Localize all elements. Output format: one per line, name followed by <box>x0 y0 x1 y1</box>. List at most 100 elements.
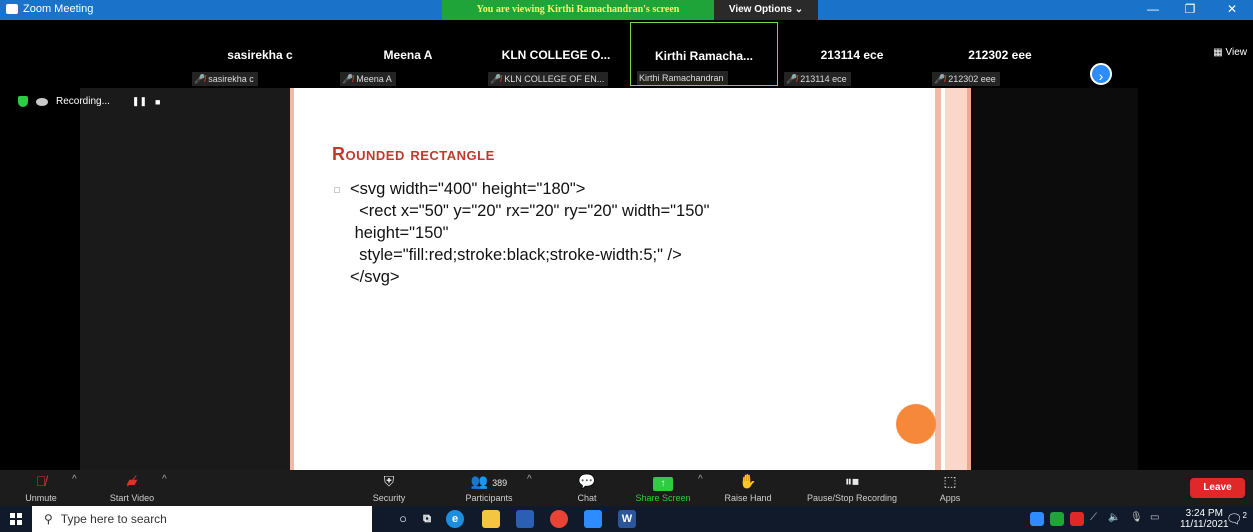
participant-name: KLN COLLEGE O... <box>501 48 611 62</box>
participant-label: 🎤̸ Meena A <box>340 72 396 86</box>
chrome-icon[interactable] <box>550 510 568 528</box>
participants-caret-icon[interactable]: ^ <box>527 474 532 485</box>
participant-label-text: 213114 ece <box>800 74 847 84</box>
video-options-caret-icon[interactable]: ^ <box>162 474 167 485</box>
word-icon[interactable]: W <box>618 510 636 528</box>
participant-name: sasirekha c <box>227 48 293 62</box>
leave-button[interactable]: Leave <box>1190 478 1245 498</box>
participants-label: Participants <box>465 493 513 503</box>
participants-button[interactable]: 👥 389 Participants <box>454 472 524 503</box>
mic-muted-icon: 🎤̸ <box>342 74 354 84</box>
view-label: View <box>1225 47 1248 58</box>
mic-muted-icon: 🎤̸ <box>490 74 502 84</box>
edge-browser-icon[interactable]: e <box>446 510 464 528</box>
apps-icon: ⬚ <box>943 473 957 489</box>
start-video-label: Start Video <box>109 493 155 503</box>
participant-label-text: Kirthi Ramachandran <box>639 73 724 83</box>
slide-border-left <box>290 88 294 470</box>
search-icon: ⚲ <box>44 512 53 526</box>
network-icon[interactable]: ⟋ <box>1090 512 1104 526</box>
participant-label: 🎤̸ KLN COLLEGE OF EN... <box>488 72 609 86</box>
pause-stop-recording-button[interactable]: ⏸⏹ Pause/Stop Recording <box>792 472 912 503</box>
recording-indicator: Recording... ❚❚ ■ <box>18 96 160 107</box>
notification-count: 2 <box>1242 511 1247 520</box>
chat-button[interactable]: 💬 Chat <box>562 472 612 503</box>
security-button[interactable]: ⛨ Security <box>364 472 414 503</box>
participant-tile[interactable]: 212302 eee 🎤̸ 212302 eee <box>926 22 1074 86</box>
tray-app-icon[interactable] <box>1050 512 1064 526</box>
task-view-icon[interactable]: ⧉ <box>418 510 436 528</box>
minimize-button[interactable]: — <box>1143 2 1163 16</box>
raise-hand-button[interactable]: ✋ Raise Hand <box>720 472 776 503</box>
zoom-window: Zoom Meeting You are viewing Kirthi Rama… <box>0 0 1253 532</box>
pause-recording-icon[interactable]: ❚❚ <box>132 96 147 107</box>
file-explorer-icon[interactable] <box>482 510 500 528</box>
apps-label: Apps <box>939 493 961 503</box>
volume-icon[interactable]: 🔈 <box>1108 512 1122 526</box>
windows-start-icon[interactable] <box>10 513 22 525</box>
mic-muted-icon: 🎤̸ <box>934 74 946 84</box>
participant-label: Kirthi Ramachandran <box>637 71 728 85</box>
slide-code-block: <svg width="400" height="180"> <rect x="… <box>350 180 710 286</box>
battery-icon[interactable]: ▭ <box>1150 512 1164 526</box>
notification-center-icon[interactable]: 🗨2 <box>1226 511 1247 527</box>
presentation-slide: Rounded rectangle <svg width="400" heigh… <box>290 88 971 470</box>
share-screen-label: Share Screen <box>635 493 691 503</box>
title-bar: Zoom Meeting You are viewing Kirthi Rama… <box>0 0 1253 20</box>
recording-label: Recording... <box>56 96 110 107</box>
view-options-button[interactable]: View Options ⌄ <box>714 0 818 20</box>
share-screen-button[interactable]: ↑ Share Screen <box>630 472 696 503</box>
unmute-button[interactable]: 🎙̸ Unmute <box>16 472 66 503</box>
slide-border-right-inner <box>935 88 941 470</box>
participant-strip: sasirekha c 🎤̸ sasirekha c Meena A 🎤̸ Meen… <box>0 20 1253 88</box>
zoom-tray-icon[interactable] <box>1030 512 1044 526</box>
grid-icon: ▦ <box>1213 47 1226 58</box>
participant-tile-active-speaker[interactable]: Kirthi Ramacha... Kirthi Ramachandran <box>630 22 778 86</box>
taskbar-clock[interactable]: 3:24 PM 11/11/2021 <box>1180 508 1229 530</box>
participant-label-text: sasirekha c <box>208 74 254 84</box>
shield-icon <box>18 96 28 107</box>
slide-border-right-outer <box>967 88 971 470</box>
viewing-banner: You are viewing Kirthi Ramachandran's sc… <box>442 0 714 20</box>
zoom-taskbar-icon[interactable] <box>584 510 602 528</box>
participant-name: Kirthi Ramacha... <box>654 49 754 63</box>
slide-border-right <box>945 88 967 470</box>
pause-stop-icon: ⏸⏹ <box>845 473 859 489</box>
unmute-label: Unmute <box>25 493 57 503</box>
chat-icon: 💬 <box>578 473 596 489</box>
microphone-tray-icon[interactable]: 🎙 <box>1130 512 1144 526</box>
shared-screen-margin-left <box>80 88 290 470</box>
apps-button[interactable]: ⬚ Apps <box>930 472 970 503</box>
participant-label-text: 212302 eee <box>948 74 996 84</box>
view-button[interactable]: ▦ View <box>1213 47 1247 58</box>
participant-tile[interactable]: 213114 ece 🎤̸ 213114 ece <box>778 22 926 86</box>
participant-label: 🎤̸ 213114 ece <box>784 72 851 86</box>
participant-label-text: Meena A <box>356 74 392 84</box>
participant-label: 🎤̸ 212302 eee <box>932 72 1000 86</box>
participant-tile[interactable]: KLN COLLEGE O... 🎤̸ KLN COLLEGE OF EN... <box>482 22 630 86</box>
participant-tile[interactable]: Meena A 🎤̸ Meena A <box>334 22 482 86</box>
share-options-caret-icon[interactable]: ^ <box>698 474 703 485</box>
participant-name: Meena A <box>383 48 433 62</box>
start-video-button[interactable]: ▰̸ Start Video <box>102 472 162 503</box>
close-button[interactable]: ✕ <box>1222 2 1242 16</box>
pause-stop-recording-label: Pause/Stop Recording <box>806 493 898 503</box>
participant-tile[interactable]: sasirekha c 🎤̸ sasirekha c <box>186 22 334 86</box>
security-label: Security <box>372 493 406 503</box>
zoom-app-icon <box>6 4 18 14</box>
stop-recording-icon[interactable]: ■ <box>155 97 160 107</box>
mic-muted-icon: 🎤̸ <box>786 74 798 84</box>
meeting-toolbar: 🎙̸ Unmute ^ ▰̸ Start Video ^ ⛨ Security … <box>0 470 1253 506</box>
shared-screen-margin-right <box>971 88 1138 470</box>
cortana-icon[interactable]: ○ <box>394 510 412 528</box>
restore-button[interactable]: ❐ <box>1180 2 1200 16</box>
tray-alert-icon[interactable] <box>1070 512 1084 526</box>
store-icon[interactable] <box>516 510 534 528</box>
audio-options-caret-icon[interactable]: ^ <box>72 474 77 485</box>
participant-label-text: KLN COLLEGE OF EN... <box>504 74 605 84</box>
chat-label: Chat <box>577 493 597 503</box>
next-page-arrow-icon[interactable]: › <box>1090 63 1112 85</box>
security-shield-icon: ⛨ <box>383 473 395 489</box>
taskbar-search-box[interactable]: ⚲ Type here to search <box>32 506 372 532</box>
video-off-icon: ▰̸ <box>126 473 138 489</box>
